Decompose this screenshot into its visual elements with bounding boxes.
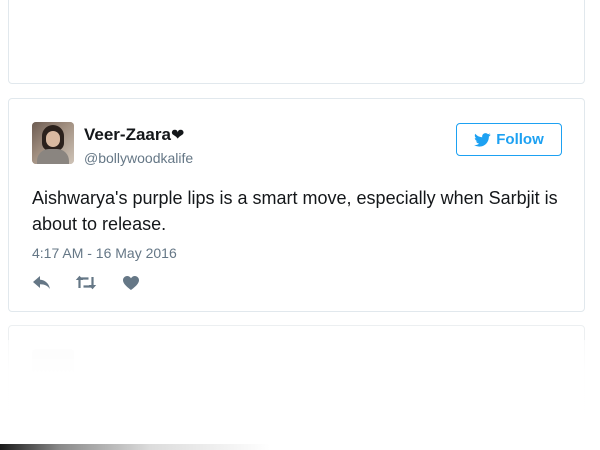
tweet-card: Veer-Zaara❤ @bollywoodkalife Follow Aish… [8, 98, 585, 312]
display-name-text: Veer-Zaara [84, 125, 171, 144]
like-button[interactable] [122, 275, 140, 295]
like-icon [123, 275, 139, 295]
bottom-edge [0, 444, 600, 450]
tweet-actions [32, 275, 140, 295]
heart-emoji-icon: ❤ [170, 127, 185, 144]
retweet-icon [75, 275, 97, 295]
avatar[interactable] [32, 122, 74, 164]
retweet-button[interactable] [74, 275, 98, 295]
follow-label: Follow [496, 131, 544, 148]
twitter-bird-icon [474, 132, 491, 147]
previous-tweet-card [8, 0, 585, 84]
user-handle[interactable]: @bollywoodkalife [84, 150, 193, 166]
tweet-timestamp[interactable]: 4:17 AM - 16 May 2016 [32, 245, 177, 261]
follow-button[interactable]: Follow [456, 123, 562, 156]
fade-overlay [0, 340, 600, 450]
screen: Veer-Zaara❤ @bollywoodkalife Follow Aish… [0, 0, 600, 450]
tweet-text: Aishwarya's purple lips is a smart move,… [32, 188, 558, 234]
reply-icon [33, 275, 51, 295]
reply-button[interactable] [32, 275, 52, 295]
display-name[interactable]: Veer-Zaara❤ [84, 125, 184, 145]
